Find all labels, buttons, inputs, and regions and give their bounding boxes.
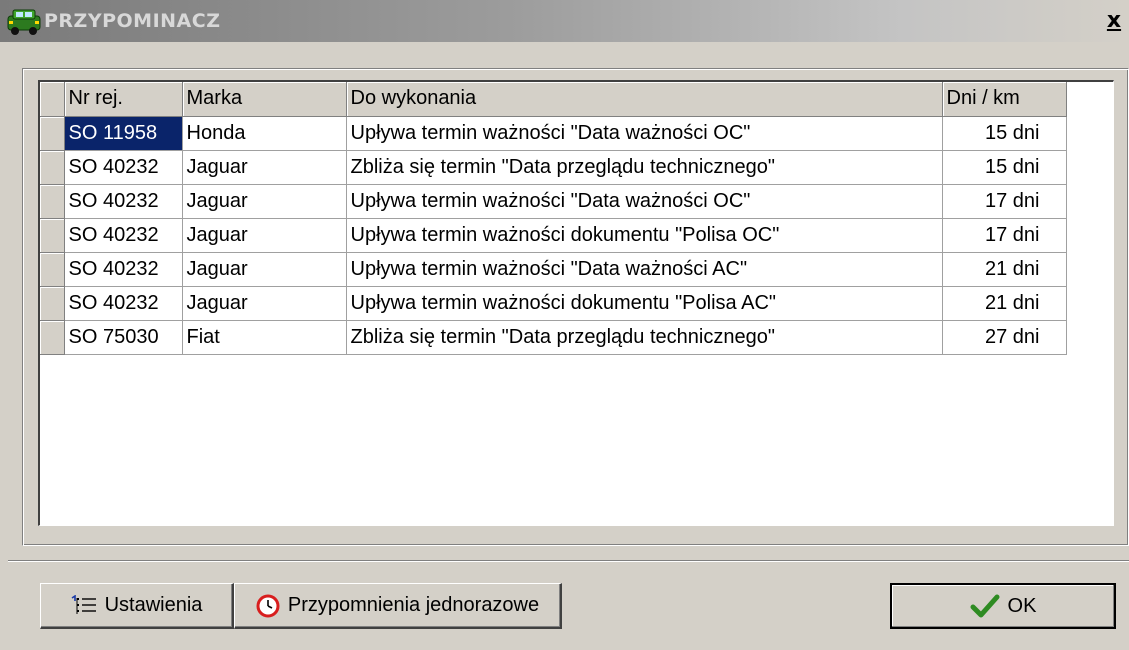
cell-marka[interactable]: Fiat — [182, 320, 347, 355]
cell-marka[interactable]: Jaguar — [182, 286, 347, 321]
header-row: Nr rej. Marka Do wykonania Dni / km — [40, 82, 1067, 117]
table-row[interactable]: SO 75030 Fiat Zbliża się termin "Data pr… — [40, 320, 1067, 355]
settings-button[interactable]: Ustawienia — [40, 583, 234, 629]
cell-task[interactable]: Upływa termin ważności dokumentu "Polisa… — [346, 286, 943, 321]
cell-task[interactable]: Zbliża się termin "Data przeglądu techni… — [346, 320, 943, 355]
column-header-marka[interactable]: Marka — [182, 82, 347, 117]
cell-task[interactable]: Upływa termin ważności "Data ważności OC… — [346, 184, 943, 219]
cell-marka[interactable]: Jaguar — [182, 184, 347, 219]
cell-marka[interactable]: Jaguar — [182, 150, 347, 185]
cell-marka[interactable]: Jaguar — [182, 252, 347, 287]
ok-button-label: OK — [1007, 594, 1037, 617]
table-row[interactable]: SO 40232 Jaguar Upływa termin ważności d… — [40, 286, 1067, 321]
table-row[interactable]: SO 40232 Jaguar Upływa termin ważności "… — [40, 184, 1067, 219]
car-icon — [7, 9, 41, 35]
list-settings-icon — [71, 594, 96, 614]
window-title: PRZYPOMINACZ — [44, 10, 221, 32]
table-row[interactable]: SO 40232 Jaguar Upływa termin ważności d… — [40, 218, 1067, 253]
reminders-grid[interactable]: Nr rej. Marka Do wykonania Dni / km SO 1… — [38, 80, 1114, 526]
row-indicator-header — [40, 82, 65, 117]
reminder-window: PRZYPOMINACZ x Nr rej. Marka Do wykonani… — [0, 0, 1129, 650]
close-button[interactable]: x — [1101, 8, 1127, 34]
cell-marka[interactable]: Honda — [182, 116, 347, 151]
cell-nr[interactable]: SO 40232 — [64, 286, 183, 321]
cell-nr[interactable]: SO 75030 — [64, 320, 183, 355]
cell-task[interactable]: Zbliża się termin "Data przeglądu techni… — [346, 150, 943, 185]
client-area: Nr rej. Marka Do wykonania Dni / km SO 1… — [8, 54, 1129, 650]
column-header-task[interactable]: Do wykonania — [346, 82, 943, 117]
ok-button[interactable]: OK — [890, 583, 1116, 629]
row-indicator[interactable] — [40, 218, 65, 253]
cell-dni[interactable]: 21 dni — [942, 286, 1067, 321]
cell-task[interactable]: Upływa termin ważności "Data ważności AC… — [346, 252, 943, 287]
cell-dni[interactable]: 21 dni — [942, 252, 1067, 287]
cell-nr[interactable]: SO 11958 — [64, 116, 183, 151]
title-bar[interactable]: PRZYPOMINACZ x — [0, 0, 1129, 42]
cell-marka[interactable]: Jaguar — [182, 218, 347, 253]
cell-dni[interactable]: 17 dni — [942, 184, 1067, 219]
settings-button-label: Ustawienia — [104, 594, 203, 616]
cell-nr[interactable]: SO 40232 — [64, 252, 183, 287]
table-row[interactable]: SO 11958 Honda Upływa termin ważności "D… — [40, 116, 1067, 151]
one-time-reminders-button[interactable]: Przypomnienia jednorazowe — [234, 583, 562, 629]
cell-dni[interactable]: 27 dni — [942, 320, 1067, 355]
column-header-nr[interactable]: Nr rej. — [64, 82, 183, 117]
row-indicator[interactable] — [40, 150, 65, 185]
separator-line — [8, 560, 1129, 562]
cell-dni[interactable]: 17 dni — [942, 218, 1067, 253]
cell-task[interactable]: Upływa termin ważności dokumentu "Polisa… — [346, 218, 943, 253]
cell-nr[interactable]: SO 40232 — [64, 218, 183, 253]
row-indicator[interactable] — [40, 320, 65, 355]
cell-task[interactable]: Upływa termin ważności "Data ważności OC… — [346, 116, 943, 151]
row-indicator[interactable] — [40, 286, 65, 321]
row-indicator[interactable] — [40, 116, 65, 151]
one-time-reminders-label: Przypomnienia jednorazowe — [287, 594, 540, 616]
cell-nr[interactable]: SO 40232 — [64, 150, 183, 185]
row-indicator[interactable] — [40, 184, 65, 219]
cell-nr[interactable]: SO 40232 — [64, 184, 183, 219]
clock-icon — [256, 594, 280, 617]
reminders-table: Nr rej. Marka Do wykonania Dni / km SO 1… — [40, 82, 1067, 355]
cell-dni[interactable]: 15 dni — [942, 150, 1067, 185]
checkmark-icon — [970, 594, 1000, 618]
table-row[interactable]: SO 40232 Jaguar Zbliża się termin "Data … — [40, 150, 1067, 185]
cell-dni[interactable]: 15 dni — [942, 116, 1067, 151]
table-row[interactable]: SO 40232 Jaguar Upływa termin ważności "… — [40, 252, 1067, 287]
column-header-dni[interactable]: Dni / km — [942, 82, 1067, 117]
row-indicator[interactable] — [40, 252, 65, 287]
